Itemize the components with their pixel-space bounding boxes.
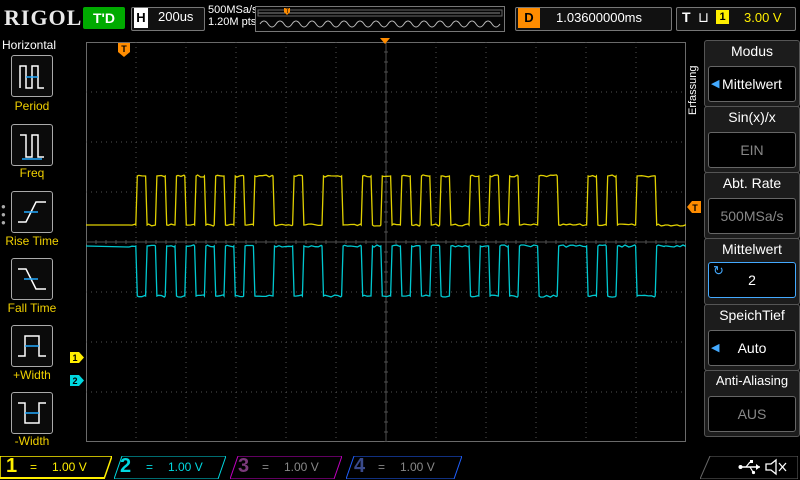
- sample-rate-title: Abt. Rate: [722, 175, 782, 191]
- sample-rate-value: 500MSa/s: [708, 198, 796, 234]
- acquire-mode-value-text: Mittelwert: [722, 76, 782, 92]
- measure-fall-time-button[interactable]: [11, 258, 53, 300]
- usb-icon: [738, 460, 760, 475]
- channel-1-offset-marker[interactable]: 1: [69, 351, 85, 364]
- acquire-mode-select-icon: ◀: [711, 78, 720, 90]
- channel-3-number: 3: [238, 455, 250, 477]
- channel-1-number: 1: [6, 455, 18, 477]
- acquire-mode-title: Modus: [730, 43, 774, 59]
- measure-neg-width-label: -Width: [14, 434, 50, 448]
- channel-3-scale: 1.00 V: [284, 460, 319, 474]
- averages-value[interactable]: ↻ 2: [708, 262, 796, 298]
- measure-neg-width-button[interactable]: [11, 392, 53, 434]
- measure-freq-button[interactable]: [11, 124, 53, 166]
- positive-width-icon: [18, 335, 46, 357]
- timebase-value: 200us: [158, 9, 194, 24]
- measure-period-label: Period: [14, 99, 50, 113]
- frequency-icon: [20, 134, 44, 160]
- memory-overview-waveform-icon: T: [257, 8, 503, 28]
- channel-1-scale: 1.00 V: [52, 460, 87, 474]
- memory-depth: 1.20M pts: [208, 16, 257, 28]
- channel-4-number: 4: [354, 455, 366, 477]
- memory-depth-title: SpeichTief: [719, 307, 785, 323]
- trigger-position-label: T: [121, 44, 127, 54]
- delay-letter: D: [518, 8, 540, 28]
- trigger-position-marker[interactable]: T: [117, 42, 131, 58]
- channel-2-scale: 1.00 V: [168, 460, 203, 474]
- measure-fall-time-label: Fall Time: [7, 301, 57, 315]
- sinx-title: Sin(x)/x: [728, 109, 776, 125]
- acquire-mode-value[interactable]: ◀ Mittelwert: [708, 66, 796, 102]
- channel-2-offset-label: 2: [72, 376, 77, 386]
- center-marker-icon: [380, 38, 390, 44]
- memory-depth-value-text: Auto: [737, 340, 767, 356]
- memory-trigger-mark: T: [286, 9, 290, 15]
- measure-freq-label: Freq: [19, 166, 45, 180]
- graticule: [86, 42, 686, 442]
- negative-width-icon: [18, 402, 46, 424]
- channel-2-coupling-icon: =: [146, 460, 154, 474]
- trigger-edge-icon: ⊔: [698, 9, 709, 25]
- brand-logo: RIGOL: [4, 5, 83, 30]
- sample-info: 500MSa/s 1.20M pts: [208, 4, 258, 28]
- sample-rate: 500MSa/s: [208, 4, 258, 16]
- trigger-source-badge: 1: [716, 10, 729, 24]
- run-state-badge[interactable]: T'D: [83, 7, 125, 29]
- anti-aliasing-value[interactable]: AUS: [708, 396, 796, 432]
- channel-1-coupling-icon: =: [30, 460, 38, 474]
- sound-muted-icon[interactable]: [764, 458, 788, 476]
- channel-2-offset-marker[interactable]: 2: [69, 374, 85, 387]
- channel-2-number: 2: [120, 455, 132, 477]
- measure-rise-time-button[interactable]: [11, 191, 53, 233]
- measure-period-button[interactable]: [11, 55, 53, 97]
- horizontal-letter: H: [134, 8, 148, 28]
- channel-4-coupling-icon: =: [378, 460, 386, 474]
- period-icon: [19, 65, 44, 89]
- sinx-value[interactable]: EIN: [708, 132, 796, 168]
- measure-rise-time-label: Rise Time: [5, 234, 59, 248]
- channel-1-offset-label: 1: [72, 353, 77, 363]
- memory-overview: T: [255, 6, 505, 32]
- fall-time-icon: [18, 268, 46, 290]
- channel-3-coupling-icon: =: [262, 460, 270, 474]
- memory-depth-select-icon: ◀: [711, 342, 720, 354]
- trigger-level-value: 3.00 V: [744, 10, 782, 25]
- trigger-letter: T: [682, 9, 691, 25]
- measure-pos-width-button[interactable]: [11, 325, 53, 367]
- trigger-level-label: T: [692, 203, 698, 213]
- rotary-knob-icon: ↻: [713, 263, 724, 278]
- channel-4-scale: 1.00 V: [400, 460, 435, 474]
- measure-pos-width-label: +Width: [13, 368, 51, 382]
- menu-page-dots-icon: ● ● ●: [1, 202, 6, 227]
- averages-value-text: 2: [748, 272, 756, 288]
- acquire-menu-label: Erfassung: [687, 65, 699, 115]
- delay-value: 1.03600000ms: [556, 10, 643, 25]
- memory-depth-value[interactable]: ◀ Auto: [708, 330, 796, 366]
- rise-time-icon: [18, 201, 46, 223]
- trigger-level-marker[interactable]: T: [686, 200, 702, 214]
- waveform-display[interactable]: [86, 42, 686, 442]
- measure-menu-title: Horizontal: [2, 38, 57, 52]
- anti-aliasing-title: Anti-Aliasing: [715, 373, 789, 388]
